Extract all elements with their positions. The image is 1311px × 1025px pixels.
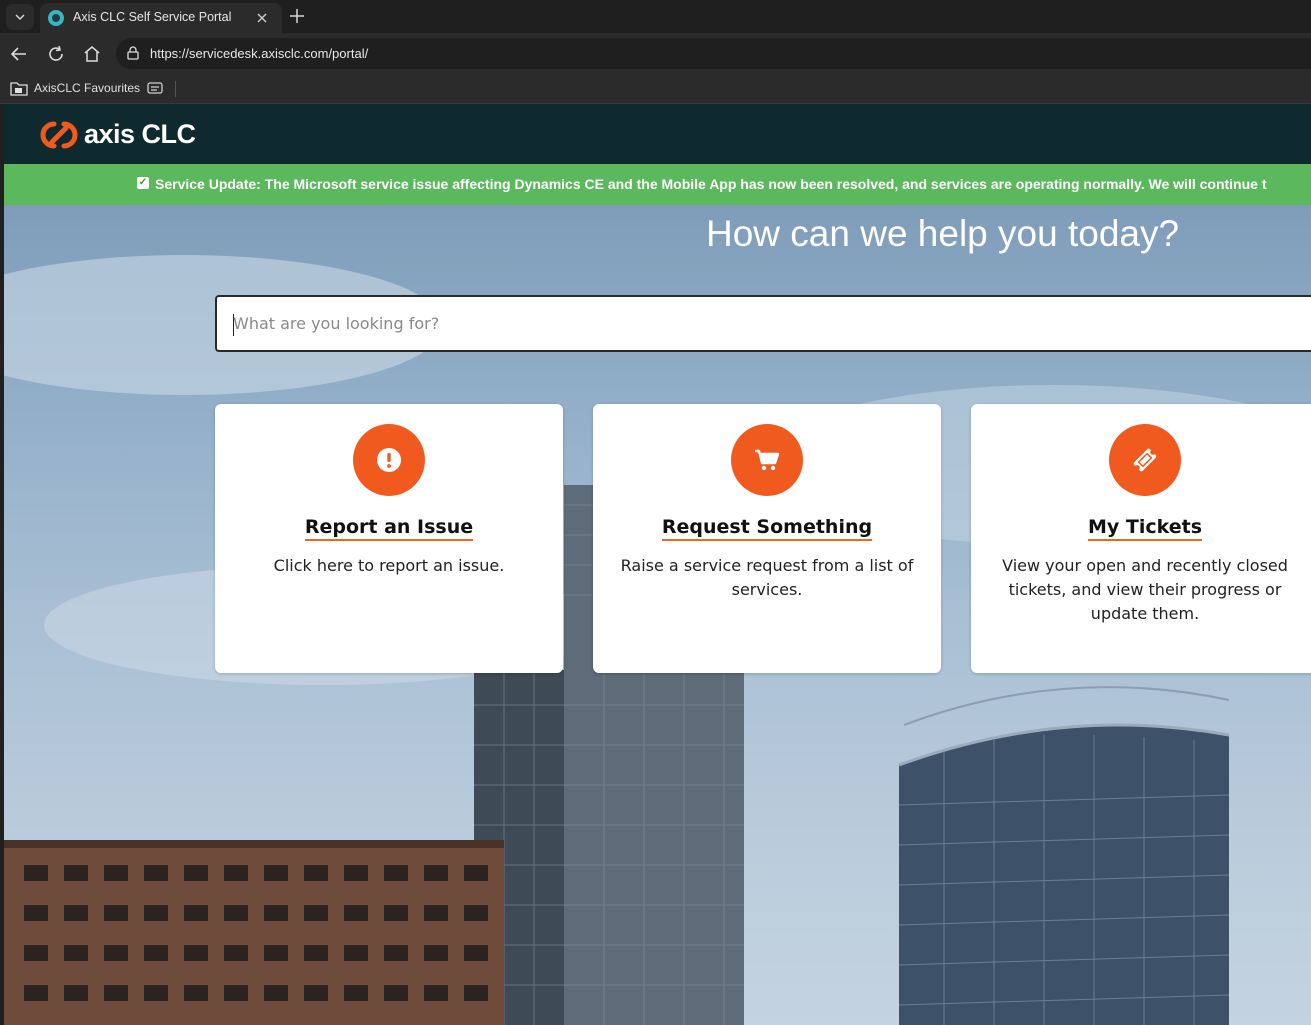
browser-toolbar: https://servicedesk.axisclc.com/portal/ <box>0 33 1311 75</box>
my-tickets-card[interactable]: My Tickets View your open and recently c… <box>971 404 1311 673</box>
card-title-text: Report an Issue <box>304 516 474 541</box>
bookmark-folder[interactable]: AxisCLC Favourites <box>10 80 140 96</box>
reload-icon <box>49 45 63 61</box>
card-title-text: Request Something <box>661 516 873 541</box>
back-button[interactable] <box>6 41 32 67</box>
tab-title: Axis CLC Self Service Portal <box>73 10 232 24</box>
tab-close-button[interactable] <box>256 8 268 28</box>
card-title-link[interactable]: Request Something <box>593 516 941 541</box>
hero-section: How can we help you today? Report an Iss… <box>4 205 1311 1025</box>
site-header: axis CLC <box>4 104 1311 164</box>
logo-text: axis CLC <box>84 119 196 149</box>
axis-clc-logo[interactable]: axis CLC <box>40 119 196 150</box>
page-viewport: axis CLC ✓ Service Update: The Microsoft… <box>4 104 1311 1025</box>
bookmark-folder-label: AxisCLC Favourites <box>34 81 141 95</box>
banner-text: Service Update: The Microsoft service is… <box>155 176 1267 192</box>
browser-tab-bar: Axis CLC Self Service Portal <box>0 0 1311 33</box>
search-box[interactable] <box>215 295 1311 352</box>
bookmark-separator <box>175 81 176 97</box>
reload-button[interactable] <box>43 41 69 67</box>
card-description: Click here to report an issue. <box>273 556 505 575</box>
plus-icon <box>290 9 304 23</box>
lock-icon[interactable] <box>126 46 140 60</box>
home-icon <box>84 46 100 62</box>
service-update-banner: ✓ Service Update: The Microsoft service … <box>4 164 1311 205</box>
folder-icon <box>10 82 28 96</box>
tab-list-dropdown-button[interactable] <box>6 4 34 30</box>
request-something-card[interactable]: Request Something Raise a service reques… <box>593 404 941 673</box>
url-text[interactable]: https://servicedesk.axisclc.com/portal/ <box>150 46 368 61</box>
card-title-text: My Tickets <box>1087 516 1203 541</box>
chevron-down-icon <box>15 14 25 21</box>
report-issue-card[interactable]: Report an Issue Click here to report an … <box>215 404 563 673</box>
card-description: View your open and recently closed ticke… <box>1002 556 1288 623</box>
home-button[interactable] <box>79 41 105 67</box>
text-caret <box>233 314 234 336</box>
arrow-left-icon <box>10 47 26 61</box>
address-bar[interactable]: https://servicedesk.axisclc.com/portal/ <box>116 38 1311 69</box>
search-input[interactable] <box>217 297 1311 350</box>
axis-logo-mark-icon <box>40 121 78 148</box>
close-icon <box>257 13 267 23</box>
card-title-link[interactable]: Report an Issue <box>215 516 563 541</box>
site-favicon-icon <box>48 10 64 26</box>
reading-list-icon[interactable] <box>147 82 163 94</box>
exclamation-icon <box>353 424 425 496</box>
card-title-link[interactable]: My Tickets <box>971 516 1311 541</box>
cart-icon <box>731 424 803 496</box>
ticket-icon <box>1109 424 1181 496</box>
card-description: Raise a service request from a list of s… <box>620 556 914 599</box>
hero-title: How can we help you today? <box>706 213 1180 254</box>
bookmarks-bar: AxisCLC Favourites <box>0 75 1311 104</box>
browser-tab-active[interactable]: Axis CLC Self Service Portal <box>40 3 282 33</box>
new-tab-button[interactable] <box>286 4 308 28</box>
check-icon: ✓ <box>137 177 149 189</box>
